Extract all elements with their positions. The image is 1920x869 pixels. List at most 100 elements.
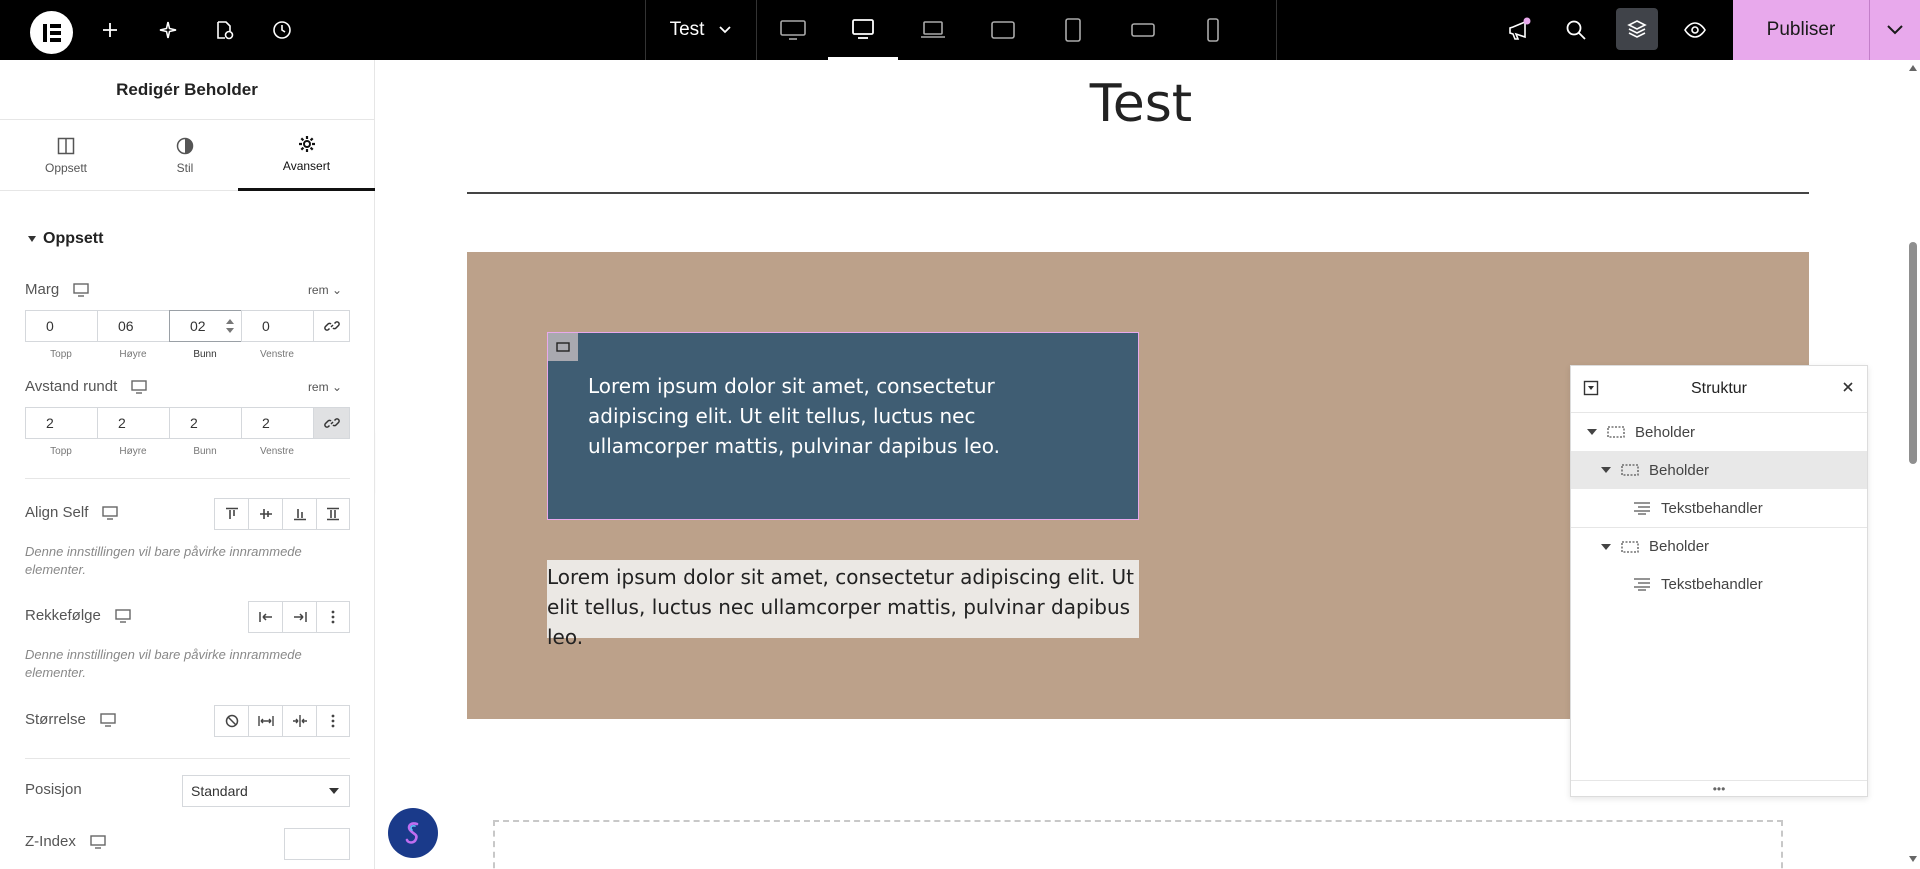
widescreen-device-icon[interactable] (828, 0, 898, 60)
resize-handle-icon[interactable]: ••• (1571, 780, 1867, 796)
tablet-portrait-icon[interactable] (1038, 0, 1108, 60)
link-values-icon[interactable] (313, 407, 350, 439)
desktop-responsive-icon[interactable] (90, 834, 106, 849)
publish-button[interactable]: Publiser (1733, 0, 1869, 60)
section-title: Oppsett (43, 230, 104, 247)
desktop-responsive-icon[interactable] (115, 608, 131, 623)
elementor-logo-icon[interactable] (30, 11, 73, 54)
size-none-icon[interactable] (214, 705, 248, 737)
canvas-scrollbar[interactable] (1906, 60, 1920, 869)
margin-unit: rem (307, 283, 329, 297)
caret-down-icon[interactable] (1587, 427, 1597, 437)
size-grow-icon[interactable] (248, 705, 282, 737)
margin-bottom-input[interactable]: 02 (169, 310, 241, 342)
margin-top-input[interactable]: 0 (25, 310, 97, 342)
tablet-landscape-icon[interactable] (968, 0, 1038, 60)
section-toggle-layout[interactable]: Oppsett (27, 230, 103, 248)
publish-group: Publiser (1733, 0, 1920, 60)
desktop-device-icon[interactable] (758, 0, 828, 60)
structure-item[interactable]: Beholder (1571, 413, 1867, 451)
search-icon[interactable] (1562, 16, 1590, 44)
tab-style[interactable]: Stil (125, 120, 245, 191)
collapse-structure-icon[interactable] (1583, 380, 1599, 396)
spinner-icon[interactable] (225, 317, 235, 335)
align-self-label: Align Self (25, 504, 89, 521)
scroll-up-arrow-icon[interactable] (1908, 64, 1918, 72)
container-icon (1621, 540, 1639, 553)
scrollbar-thumb[interactable] (1909, 242, 1917, 464)
structure-item[interactable]: Beholder (1571, 527, 1867, 565)
text-editor-block[interactable]: Lorem ipsum dolor sit amet, consectetur … (547, 560, 1139, 649)
publish-options-button[interactable] (1869, 0, 1920, 60)
caret-down-icon[interactable] (1601, 465, 1611, 475)
padding-right-input[interactable]: 2 (97, 407, 169, 439)
mobile-landscape-icon[interactable] (1108, 0, 1178, 60)
add-element-icon[interactable] (96, 16, 124, 44)
tab-label: Stil (176, 160, 194, 175)
margin-left-input[interactable]: 0 (241, 310, 313, 342)
margin-right-input[interactable]: 06 (97, 310, 169, 342)
chevron-down-icon (1887, 25, 1903, 35)
padding-top-input[interactable]: 2 (25, 407, 97, 439)
size-label: Størrelse (25, 711, 86, 728)
mobile-portrait-icon[interactable] (1178, 0, 1248, 60)
tab-advanced[interactable]: Avansert (238, 120, 375, 191)
margin-unit-select[interactable]: rem ⌄ (308, 283, 342, 297)
sub-label: Topp (50, 446, 72, 457)
desktop-responsive-icon[interactable] (102, 505, 119, 520)
padding-left-input[interactable]: 2 (241, 407, 313, 439)
desktop-responsive-icon[interactable] (131, 379, 147, 394)
selected-inner-container[interactable]: Lorem ipsum dolor sit amet, consectetur … (547, 332, 1139, 520)
padding-label: Avstand rundt (25, 378, 118, 395)
structure-item[interactable]: Beholder (1571, 451, 1867, 489)
container-handle-icon[interactable] (548, 333, 578, 361)
add-section-dropzone[interactable] (493, 820, 1783, 869)
announcements-icon[interactable] (1504, 16, 1532, 44)
more-options-icon[interactable] (316, 601, 350, 633)
structure-item[interactable]: Tekstbehandler (1571, 489, 1867, 527)
zindex-input[interactable] (284, 828, 350, 860)
position-select[interactable]: Standard (182, 775, 350, 807)
scroll-down-arrow-icon[interactable] (1908, 855, 1918, 863)
padding-sub-labels: Topp Høyre Bunn Venstre (25, 446, 313, 457)
history-icon[interactable] (268, 16, 296, 44)
order-end-icon[interactable] (282, 601, 316, 633)
desktop-responsive-icon[interactable] (100, 712, 116, 727)
padding-bottom-input[interactable]: 2 (169, 407, 241, 439)
sub-label: Topp (50, 349, 72, 360)
align-start-icon[interactable] (214, 498, 248, 530)
structure-layers-icon[interactable] (1616, 8, 1658, 50)
caret-down-icon[interactable] (1601, 542, 1611, 552)
padding-inputs: 2 2 2 2 (25, 407, 350, 439)
order-start-icon[interactable] (248, 601, 282, 633)
more-options-icon[interactable] (316, 705, 350, 737)
document-title-dropdown[interactable]: Test (645, 0, 757, 60)
align-end-icon[interactable] (282, 498, 316, 530)
preview-eye-icon[interactable] (1681, 16, 1709, 44)
editor-panel: Redigér Beholder Oppsett Stil Avansert O… (0, 60, 375, 869)
page-heading[interactable]: Test (376, 74, 1906, 134)
structure-item[interactable]: Tekstbehandler (1571, 565, 1867, 603)
panel-title: Redigér Beholder (0, 60, 374, 120)
align-stretch-icon[interactable] (316, 498, 350, 530)
size-shrink-icon[interactable] (282, 705, 316, 737)
align-center-icon[interactable] (248, 498, 282, 530)
link-values-icon[interactable] (313, 310, 350, 342)
margin-label: Marg (25, 281, 60, 298)
padding-unit: rem (307, 380, 329, 394)
padding-unit-select[interactable]: rem ⌄ (308, 380, 342, 394)
assistant-logo-icon[interactable] (388, 808, 438, 858)
inner-text-block[interactable]: Lorem ipsum dolor sit amet, consectetur … (588, 371, 1088, 461)
tab-layout[interactable]: Oppsett (6, 120, 126, 191)
ai-sparkle-icon[interactable] (154, 16, 182, 44)
tab-label: Oppsett (44, 160, 88, 175)
divider-line[interactable] (467, 192, 1809, 194)
page-settings-icon[interactable] (210, 16, 238, 44)
desktop-responsive-icon[interactable] (73, 282, 89, 297)
structure-item-label: Beholder (1649, 461, 1710, 479)
chevron-down-icon (719, 26, 732, 34)
laptop-device-icon[interactable] (898, 0, 968, 60)
structure-item-label: Beholder (1635, 423, 1696, 441)
text-editor-paragraph[interactable]: Lorem ipsum dolor sit amet, consectetur … (547, 562, 1137, 652)
close-icon[interactable] (1841, 380, 1855, 394)
